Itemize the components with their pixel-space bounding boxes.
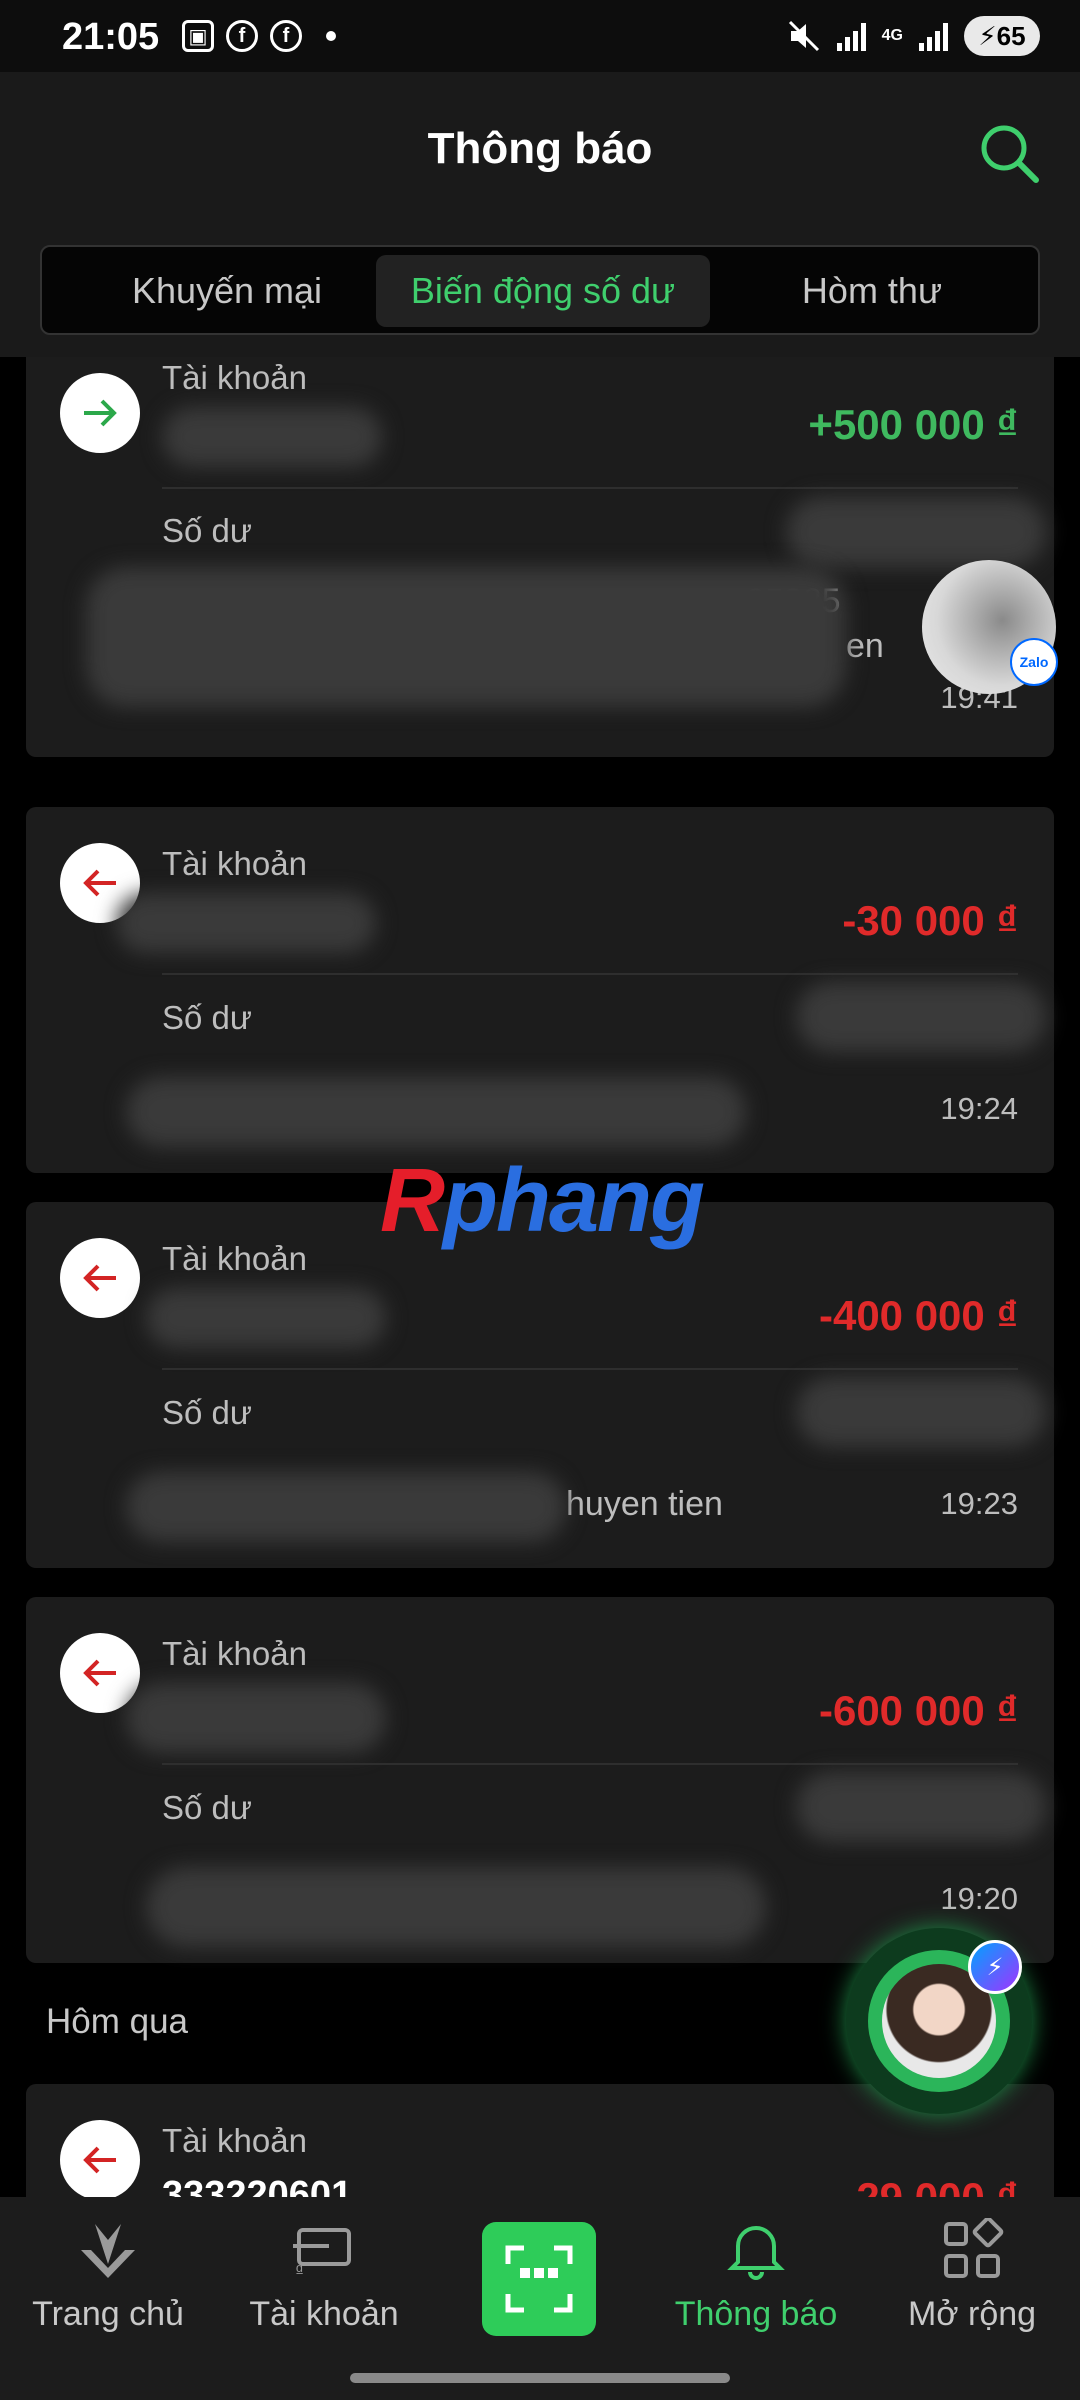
redacted-account: [116, 893, 376, 953]
redacted-description: [86, 567, 846, 707]
nav-label: Tài khoản: [249, 2295, 399, 2333]
transaction-card[interactable]: Tài khoản -30 000 ₫ Số dư 19:24: [26, 807, 1054, 1173]
account-label: Tài khoản: [162, 1635, 307, 1672]
redacted-balance: [796, 982, 1046, 1052]
divider: [162, 1763, 1018, 1765]
home-indicator[interactable]: [350, 2373, 730, 2383]
bell-icon: [721, 2215, 791, 2285]
account-label: Tài khoản: [162, 1240, 307, 1277]
tab-promotions[interactable]: Khuyến mại: [82, 255, 372, 327]
notification-list[interactable]: Tài khoản +500 000 ₫ Số dư 25335 en 19:4…: [0, 357, 1080, 2197]
home-logo-icon: [73, 2215, 143, 2285]
nav-more[interactable]: Mở rộng: [882, 2197, 1062, 2360]
account-number: 333220601: [162, 2174, 353, 2197]
qr-scan-icon: [505, 2245, 573, 2313]
nav-label: Mở rộng: [907, 2295, 1037, 2333]
header: Thông báo: [0, 72, 1080, 227]
redacted-description: [126, 1077, 746, 1147]
redacted-balance: [796, 1772, 1046, 1842]
balance-label: Số dư: [162, 1394, 252, 1431]
transaction-time: 19:23: [940, 1486, 1018, 1521]
transaction-card[interactable]: Tài khoản +500 000 ₫ Số dư 25335 en 19:4…: [26, 357, 1054, 757]
transaction-card[interactable]: Tài khoản -400 000 ₫ Số dư huyen tien 19…: [26, 1202, 1054, 1568]
tab-mailbox[interactable]: Hòm thư: [722, 255, 1022, 327]
battery-level: 65: [996, 20, 1026, 51]
description-fragment: en: [846, 627, 884, 665]
transaction-time: 19:24: [940, 1091, 1018, 1126]
redacted-account: [146, 1288, 386, 1348]
network-type: 4G: [881, 27, 903, 44]
description-fragment: huyen tien: [566, 1485, 723, 1523]
mute-icon: [788, 20, 819, 52]
balance-label: Số dư: [162, 512, 252, 549]
notification-icons: ▣ f f: [182, 20, 336, 52]
redacted-description: [146, 1867, 766, 1947]
grid-apps-icon: [937, 2215, 1007, 2285]
account-label: Tài khoản: [162, 359, 307, 396]
account-card-icon: ₫: [289, 2215, 359, 2285]
redacted-account: [162, 407, 382, 467]
signal-icon: [836, 21, 866, 51]
bottom-navigation: Trang chủ ₫ Tài khoản Thông báo Mở rộng: [0, 2197, 1080, 2360]
divider: [162, 487, 1018, 489]
balance-label: Số dư: [162, 999, 252, 1036]
svg-text:₫: ₫: [295, 2260, 304, 2280]
battery-indicator: ⚡ 65: [964, 16, 1040, 56]
nav-notifications[interactable]: Thông báo: [666, 2197, 846, 2360]
tab-balance-changes[interactable]: Biến động số dư: [376, 255, 710, 327]
outgoing-arrow-icon: [60, 2120, 140, 2197]
account-label: Tài khoản: [162, 2122, 307, 2159]
nav-accounts[interactable]: ₫ Tài khoản: [234, 2197, 414, 2360]
screenshot-icon: ▣: [182, 20, 214, 52]
tab-bar-container: Khuyến mại Biến động số dư Hòm thư: [0, 227, 1080, 357]
redacted-balance: [796, 1377, 1046, 1447]
nav-label: Thông báo: [674, 2295, 838, 2333]
divider: [162, 973, 1018, 975]
incoming-arrow-icon: [60, 373, 140, 453]
transaction-time: 19:20: [940, 1881, 1018, 1916]
transaction-card[interactable]: Tài khoản -600 000 ₫ Số dư 19:20: [26, 1597, 1054, 1963]
status-bar: 21:05 ▣ f f 4G ⚡ 65: [0, 0, 1080, 72]
transaction-amount: -600 000 ₫: [818, 1687, 1018, 1734]
system-icons: 4G ⚡ 65: [787, 16, 1040, 56]
divider: [162, 1368, 1018, 1370]
redacted-account: [126, 1683, 386, 1753]
nav-home[interactable]: Trang chủ: [18, 2197, 198, 2360]
transaction-amount: +500 000 ₫: [808, 401, 1018, 448]
watermark-part-a: R: [380, 1151, 445, 1251]
search-icon[interactable]: [974, 118, 1044, 188]
nav-label: Trang chủ: [32, 2295, 184, 2333]
section-header-yesterday: Hôm qua: [46, 2002, 189, 2041]
signal-icon: [919, 21, 948, 51]
balance-label: Số dư: [162, 1789, 252, 1826]
status-time: 21:05: [62, 16, 160, 58]
redacted-description: [126, 1472, 566, 1542]
facebook-icon: f: [270, 20, 302, 52]
account-label: Tài khoản: [162, 845, 307, 882]
transaction-amount: -30 000 ₫: [842, 897, 1018, 944]
qr-scan-button[interactable]: [482, 2222, 596, 2336]
transaction-amount: -29 000 ₫: [842, 2174, 1018, 2197]
outgoing-arrow-icon: [60, 1633, 140, 1713]
transaction-amount: -400 000 ₫: [818, 1292, 1018, 1339]
page-title: Thông báo: [427, 124, 653, 173]
watermark-part-b: phang: [443, 1151, 705, 1251]
redacted-balance: [786, 497, 1046, 567]
messenger-icon: ⚡: [968, 1940, 1022, 1994]
zalo-badge-icon: Zalo: [1010, 638, 1058, 686]
tab-bar: Khuyến mại Biến động số dư Hòm thư: [40, 245, 1040, 335]
watermark-logo: Rphang: [380, 1150, 705, 1253]
outgoing-arrow-icon: [60, 1238, 140, 1318]
more-dot-icon: [326, 31, 336, 41]
facebook-icon: f: [226, 20, 258, 52]
